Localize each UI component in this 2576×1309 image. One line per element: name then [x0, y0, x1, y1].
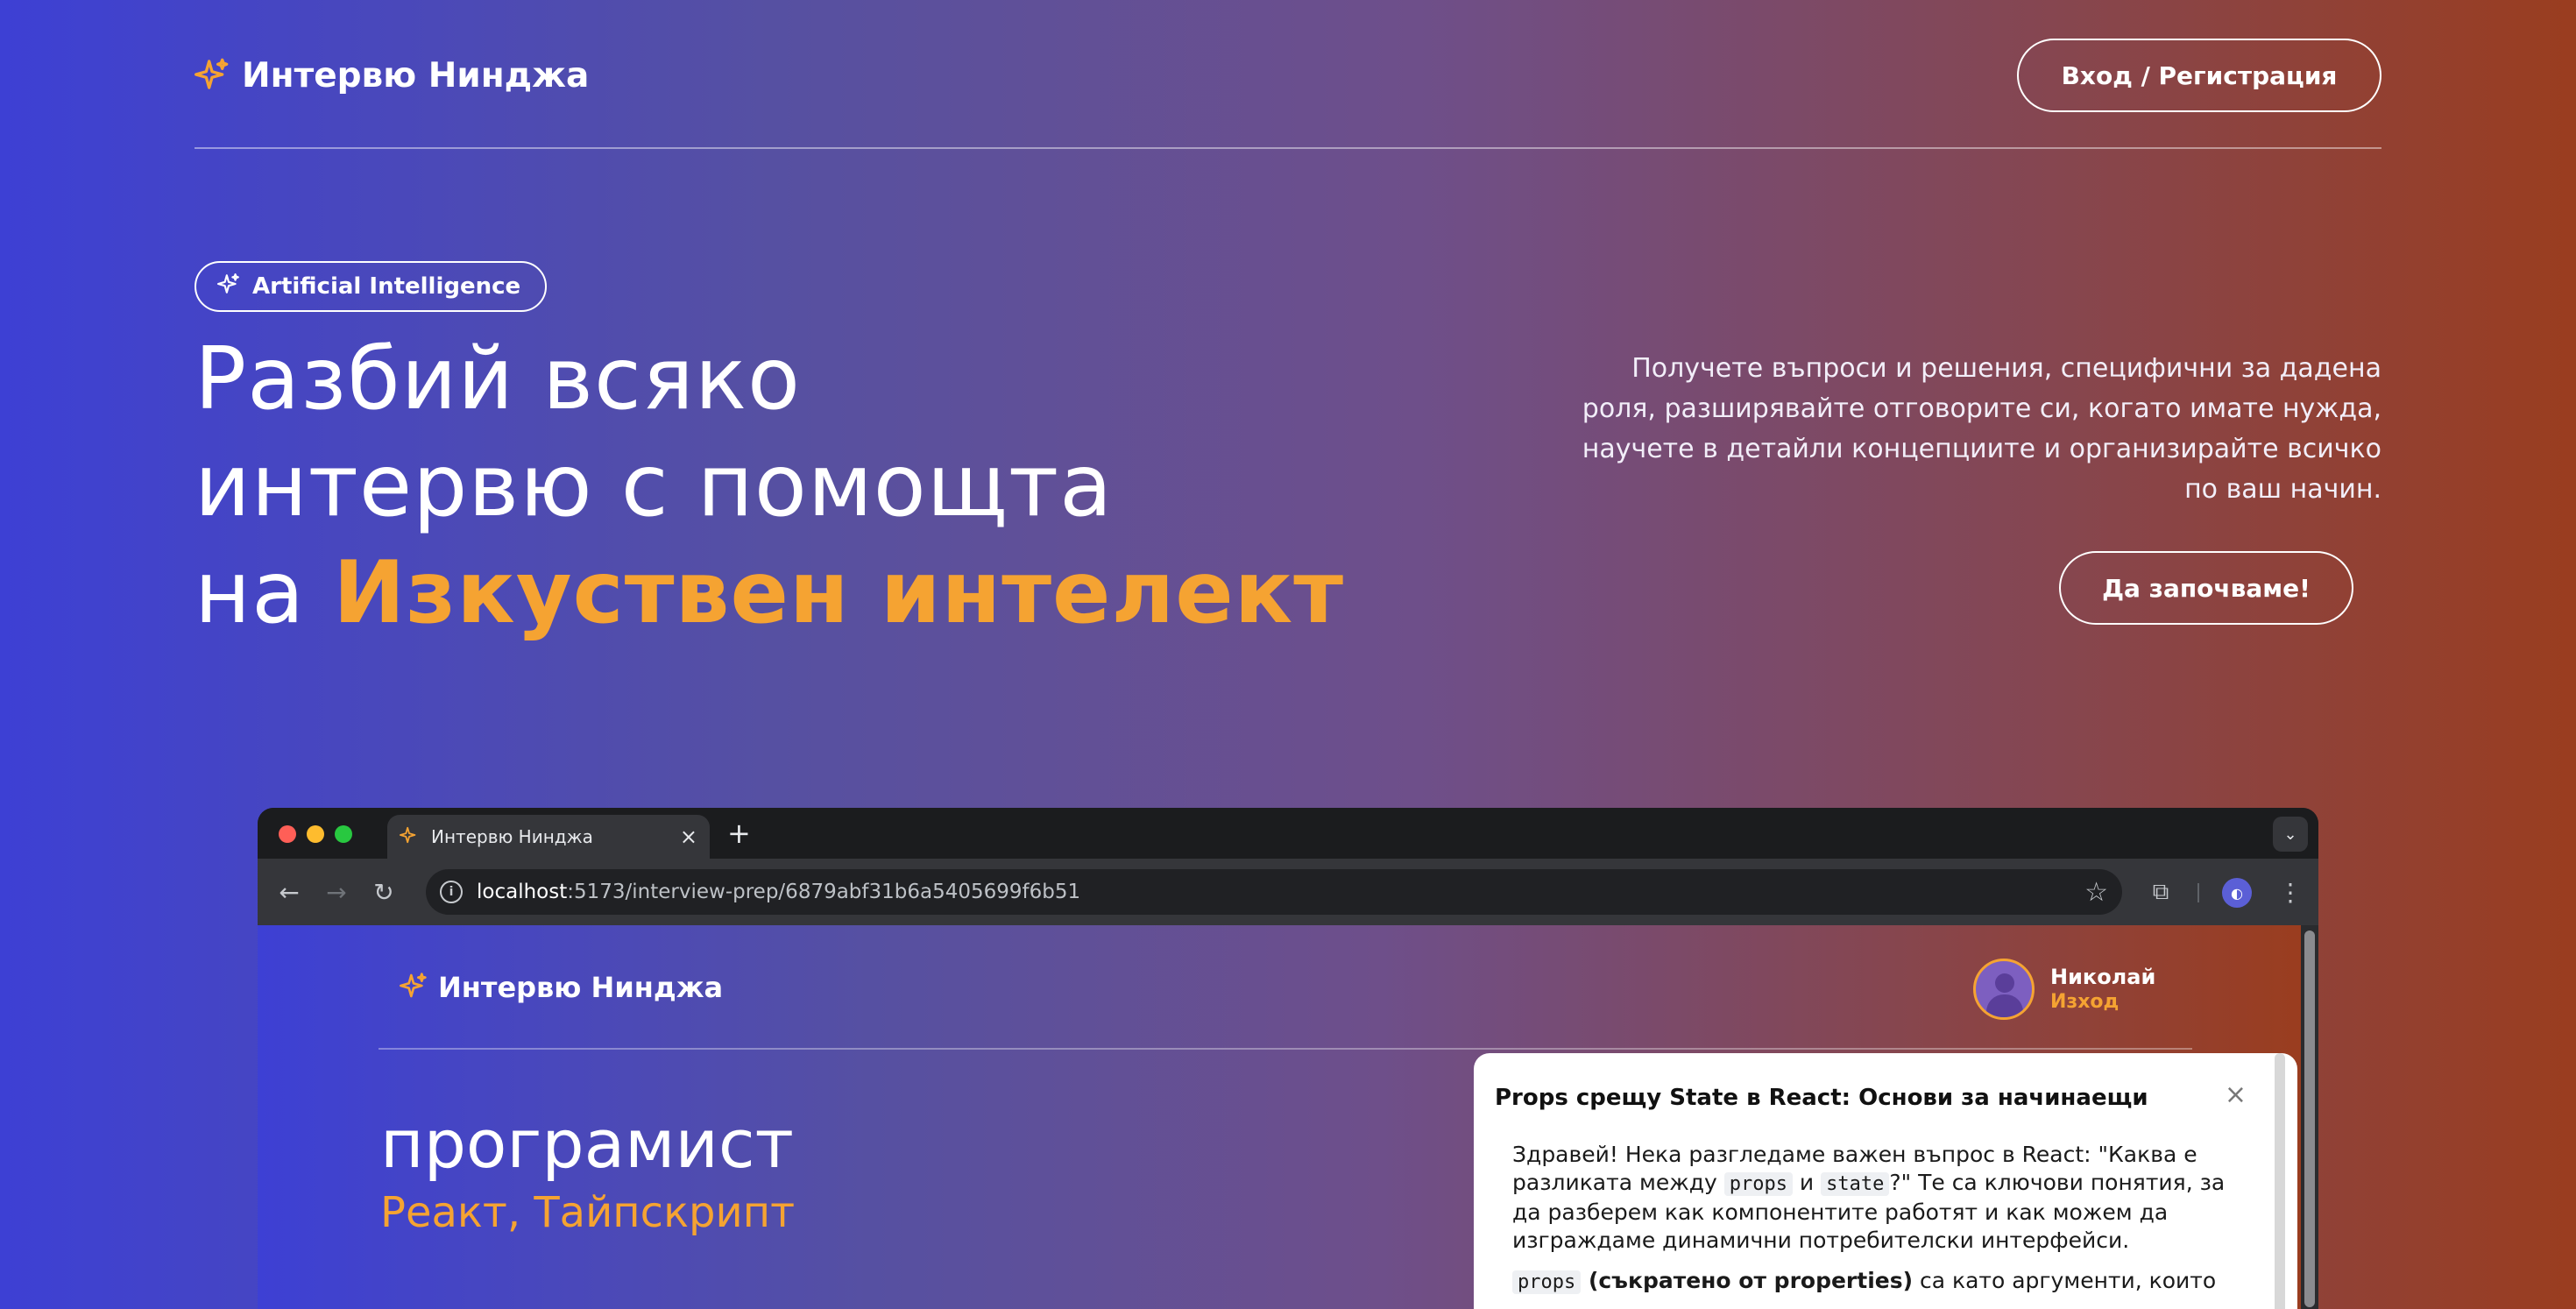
- hero-title-line3-prefix: на: [195, 543, 334, 643]
- hero-title-line1: Разбий всяко: [195, 329, 801, 429]
- browser-tab[interactable]: Интервю Нинджа ×: [387, 815, 710, 859]
- browser-screenshot: Интервю Нинджа × + ⌄ ← → ↻ i localhost:5…: [258, 808, 2318, 1309]
- avatar-body-shape: [1986, 994, 2023, 1017]
- favicon-sparkle-icon: [400, 825, 419, 848]
- close-panel-icon[interactable]: ×: [2225, 1079, 2247, 1110]
- address-bar[interactable]: i localhost:5173/interview-prep/6879abf3…: [426, 869, 2122, 915]
- forward-arrow-icon[interactable]: →: [319, 874, 354, 909]
- site-info-icon[interactable]: i: [440, 881, 463, 903]
- url-path: :5173/interview-prep/6879abf31b6a5405699…: [567, 881, 1081, 903]
- panel-title: Props срещу State в React: Основи за нач…: [1495, 1085, 2148, 1111]
- new-tab-icon[interactable]: +: [727, 817, 751, 850]
- code-state: state: [1821, 1172, 1890, 1196]
- site-header: Интервю Нинджа Вход / Регистрация: [195, 39, 2381, 149]
- reload-icon[interactable]: ↻: [366, 874, 401, 909]
- sparkle-icon: [195, 57, 230, 96]
- ai-badge-label: Artificial Intelligence: [252, 273, 521, 300]
- panel-paragraph: Здравей! Нека разгледаме важен въпрос в …: [1512, 1141, 2240, 1255]
- close-window-dot[interactable]: [279, 825, 296, 843]
- login-register-button[interactable]: Вход / Регистрация: [2017, 39, 2381, 112]
- header-divider: [195, 147, 2381, 149]
- sparkle-icon: [400, 972, 428, 1003]
- inner-brand-logo[interactable]: Интервю Нинджа: [400, 971, 723, 1004]
- get-started-button[interactable]: Да започваме!: [2059, 551, 2353, 625]
- role-title: програмист: [380, 1105, 794, 1183]
- extensions-puzzle-icon[interactable]: ⧉: [2143, 874, 2178, 909]
- user-info: Николай Изход: [2050, 964, 2155, 1015]
- browser-tab-bar: Интервю Нинджа × + ⌄: [258, 808, 2318, 859]
- browser-menu-icon[interactable]: ⋮: [2273, 874, 2308, 909]
- tab-title: Интервю Нинджа: [431, 826, 593, 847]
- hero-title-line2: интервю с помощта: [195, 436, 1114, 536]
- logout-link[interactable]: Изход: [2050, 990, 2155, 1015]
- user-avatar[interactable]: [1973, 959, 2035, 1020]
- panel-body: Здравей! Нека разгледаме важен въпрос в …: [1512, 1141, 2240, 1309]
- inner-page: Интервю Нинджа Николай Изход програмист …: [258, 925, 2301, 1309]
- toolbar-separator: [2197, 883, 2199, 902]
- user-menu: Николай Изход: [1973, 959, 2155, 1020]
- panel-text: и: [1792, 1170, 1822, 1195]
- user-name: Николай: [2050, 965, 2156, 989]
- bookmark-star-icon[interactable]: ☆: [2084, 877, 2108, 908]
- url-text[interactable]: localhost:5173/interview-prep/6879abf31b…: [477, 881, 2070, 903]
- page-scrollbar-thumb[interactable]: [2304, 930, 2315, 1307]
- panel-scrollbar[interactable]: [2275, 1053, 2285, 1309]
- close-tab-icon[interactable]: ×: [680, 824, 697, 849]
- hero-title: Разбий всяко интервю с помощта на Изкуст…: [195, 326, 1344, 647]
- minimize-window-dot[interactable]: [307, 825, 324, 843]
- hero-description: Получете въпроси и решения, специфични з…: [1582, 353, 2381, 505]
- explanation-panel: Props срещу State в React: Основи за нач…: [1474, 1053, 2297, 1309]
- profile-avatar-icon[interactable]: ◐: [2222, 878, 2252, 908]
- avatar-head-shape: [1995, 973, 2014, 993]
- inner-brand-name: Интервю Нинджа: [438, 971, 724, 1004]
- hero-title-accent: Изкуствен интелект: [333, 543, 1345, 643]
- sparkle-icon: [217, 272, 240, 301]
- url-host: localhost: [477, 881, 568, 903]
- back-arrow-icon[interactable]: ←: [272, 874, 307, 909]
- role-technologies: Реакт, Тайпскрипт: [380, 1188, 796, 1237]
- inner-header-divider: [379, 1048, 2192, 1050]
- tab-search-chevron-icon[interactable]: ⌄: [2273, 817, 2308, 852]
- code-props: props: [1512, 1270, 1582, 1294]
- panel-text: са като аргументи, които: [1913, 1268, 2217, 1293]
- brand-name: Интервю Нинджа: [242, 56, 590, 96]
- browser-toolbar: ← → ↻ i localhost:5173/interview-prep/68…: [258, 859, 2318, 925]
- code-props: props: [1723, 1172, 1793, 1196]
- panel-bold-text: (съкратено от properties): [1581, 1268, 1914, 1293]
- ai-badge[interactable]: Artificial Intelligence: [195, 261, 548, 312]
- brand-logo[interactable]: Интервю Нинджа: [195, 56, 589, 96]
- panel-paragraph: props (съкратено от properties) са като …: [1512, 1267, 2240, 1297]
- maximize-window-dot[interactable]: [335, 825, 352, 843]
